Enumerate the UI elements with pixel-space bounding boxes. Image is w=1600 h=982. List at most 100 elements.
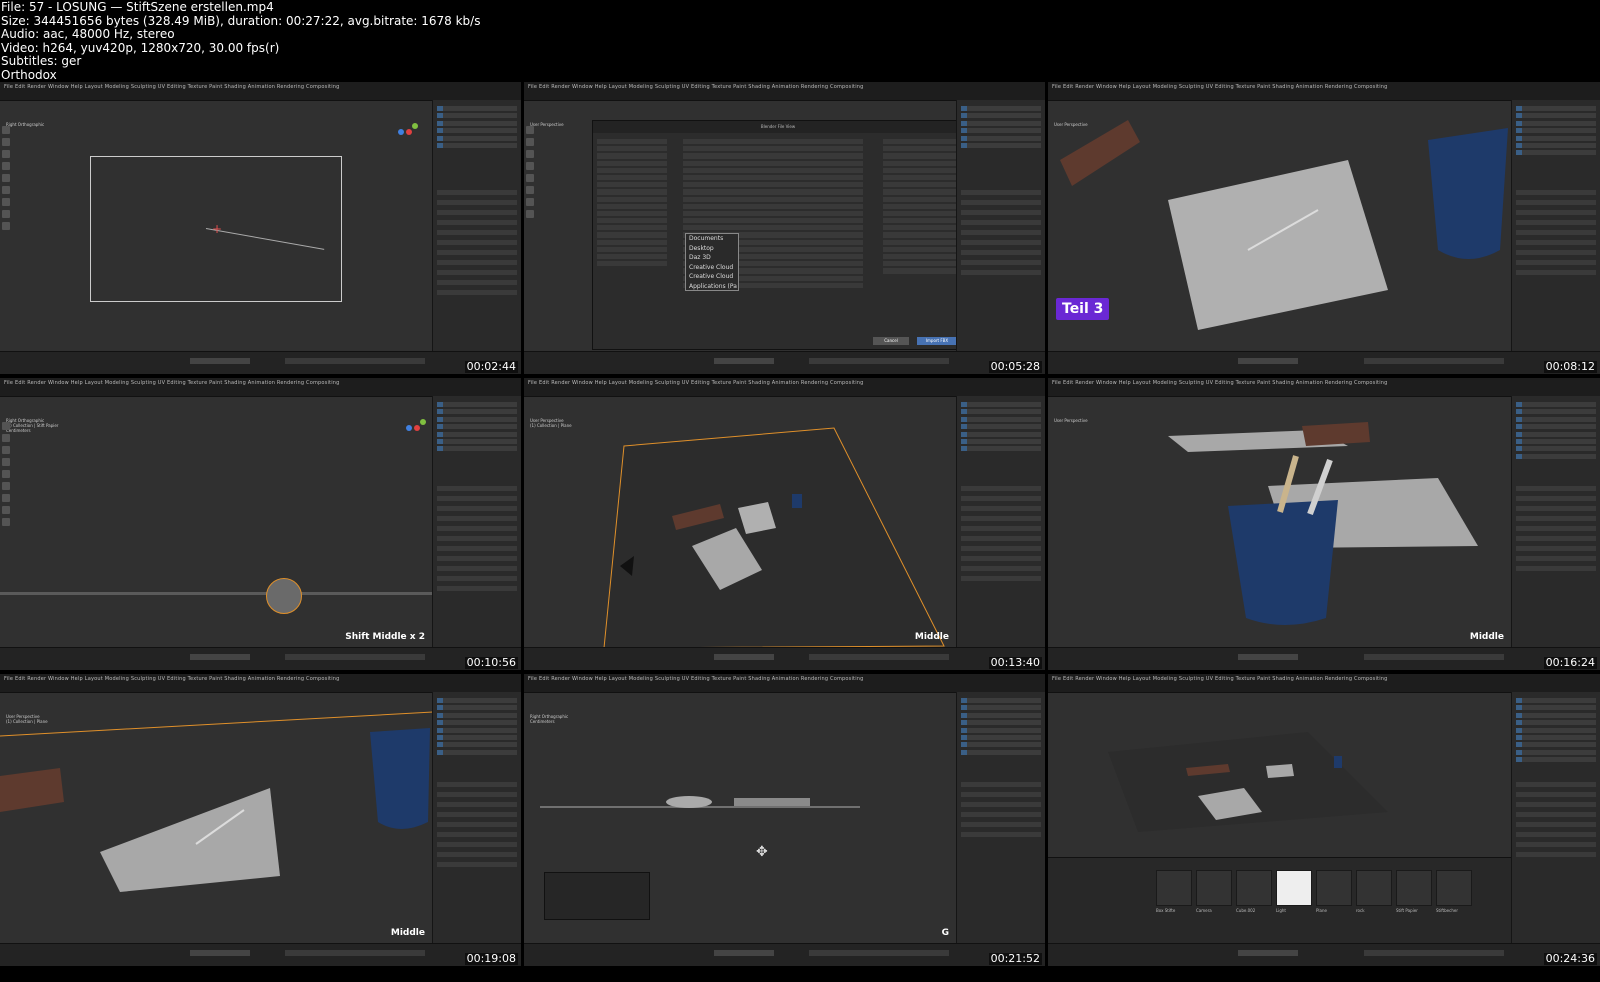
folder-item[interactable]: Creative Cloud (689, 272, 738, 282)
folder-item[interactable]: Documents (689, 234, 738, 244)
scene-render (1060, 120, 1508, 330)
asset-thumb[interactable] (1276, 870, 1312, 906)
folder-item[interactable]: Daz 3D (689, 253, 738, 263)
video-info: Video: h264, yuv420p, 1280x720, 30.00 fp… (1, 40, 280, 55)
keystroke-caption: G (941, 928, 949, 938)
thumbnail-2[interactable]: File Edit Render Window Help Layout Mode… (524, 82, 1045, 374)
keystroke-caption: Middle (914, 632, 949, 642)
blender-topbar: File Edit Render Window Help Layout Mode… (524, 82, 1045, 101)
axis-gizmo-icon (398, 123, 418, 135)
timestamp: 00:13:40 (988, 656, 1042, 669)
object-properties[interactable] (437, 190, 517, 346)
blender-viewport[interactable] (1048, 692, 1512, 858)
blender-viewport[interactable]: User Perspective (1) Collection | Plane M… (524, 396, 957, 648)
file-name: File: 57 - LOSUNG — StiftSzene erstellen… (1, 0, 274, 14)
properties-panel[interactable] (1511, 100, 1600, 352)
asset-label: Stiftbecher (1436, 908, 1458, 913)
asset-thumb[interactable] (1396, 870, 1432, 906)
import-fbx-button[interactable]: Import FBX (917, 337, 957, 345)
folder-popup[interactable]: Documents Desktop Daz 3D Creative Cloud … (685, 233, 739, 291)
file-browser-title: Blender File View (593, 121, 963, 133)
timeline-bar[interactable] (1048, 351, 1600, 374)
asset-thumb[interactable] (1436, 870, 1472, 906)
audio-info: Audio: aac, 48000 Hz, stereo (1, 27, 175, 42)
import-options[interactable] (883, 137, 957, 276)
scene-render (603, 427, 945, 648)
cursor-3d-icon: + (212, 222, 223, 236)
asset-label: rock (1356, 908, 1365, 913)
thumbnail-4[interactable]: File Edit Render Window Help Layout Mode… (0, 378, 521, 670)
outliner[interactable] (437, 106, 517, 176)
timestamp: 00:08:12 (1543, 360, 1597, 373)
blender-menu: File Edit Render Window Help Layout Mode… (4, 84, 340, 90)
folder-item[interactable]: Applications (Pa (689, 282, 738, 292)
thumbnail-1[interactable]: File Edit Render Window Help Layout Mode… (0, 82, 521, 374)
asset-label: Cube.002 (1236, 908, 1256, 913)
timestamp: 00:19:08 (464, 952, 518, 965)
file-browser-sidebar[interactable] (597, 137, 667, 268)
keystroke-caption: Middle (1469, 632, 1504, 642)
scene-render (0, 711, 433, 892)
blender-topbar: File Edit Render Window Help Layout Mode… (1048, 82, 1600, 101)
timeline-bar[interactable] (0, 351, 521, 374)
timeline-bar[interactable] (524, 351, 1045, 374)
asset-thumb[interactable] (1316, 870, 1352, 906)
asset-browser[interactable]: Box Stifte Camera Cube.002 Light Plane r… (1048, 857, 1512, 944)
pencil-object[interactable] (734, 798, 810, 806)
thumbnail-7[interactable]: File Edit Render Window Help Layout Mode… (0, 674, 521, 966)
tool-bar (526, 126, 536, 246)
thumbnail-6[interactable]: File Edit Render Window Help Layout Mode… (1048, 378, 1600, 670)
folder-item[interactable]: Creative Cloud (689, 263, 738, 273)
asset-label: Plane (1316, 908, 1327, 913)
blender-topbar: File Edit Render Window Help Layout Mode… (0, 82, 521, 101)
floor-plane (0, 592, 433, 595)
thumbnail-3[interactable]: File Edit Render Window Help Layout Mode… (1048, 82, 1600, 374)
file-info-header: File: 57 - LOSUNG — StiftSzene erstellen… (0, 0, 1600, 82)
blender-viewport[interactable]: User Perspective Teil 3 (1048, 100, 1512, 352)
file-browser-dialog[interactable]: Blender File View Documents Desktop Daz … (592, 120, 964, 350)
asset-thumb[interactable] (1196, 870, 1232, 906)
folder-item[interactable]: Desktop (689, 244, 738, 254)
timestamp: 00:24:36 (1543, 952, 1597, 965)
scene-render (1108, 732, 1388, 832)
move-cursor-icon: ✥ (756, 844, 768, 860)
blender-viewport[interactable]: Right Orthographic + (0, 100, 433, 352)
keystroke-caption: Shift Middle x 2 (345, 632, 425, 642)
tool-bar (2, 126, 12, 246)
thumbnail-9[interactable]: File Edit Render Window Help Layout Mode… (1048, 674, 1600, 966)
thumbnail-8[interactable]: File Edit Render Window Help Layout Mode… (524, 674, 1045, 966)
asset-label: Stift Papier (1396, 908, 1418, 913)
thumbnail-grid: File Edit Render Window Help Layout Mode… (0, 82, 1600, 982)
blender-viewport[interactable]: Right Orthographic Centimeters ✥ G (524, 692, 957, 944)
file-size: Size: 344451656 bytes (328.49 MiB), dura… (1, 13, 481, 28)
asset-thumb[interactable] (1236, 870, 1272, 906)
part-badge: Teil 3 (1056, 298, 1110, 320)
asset-thumb[interactable] (1356, 870, 1392, 906)
cup-object[interactable] (266, 578, 302, 614)
cancel-button[interactable]: Cancel (873, 337, 909, 345)
timestamp: 00:05:28 (988, 360, 1042, 373)
blender-viewport[interactable]: Right Orthographic (1) Collection | Stift… (0, 396, 433, 648)
asset-label: Camera (1196, 908, 1212, 913)
blender-viewport[interactable]: User Perspective (1) Collection | Plane M… (0, 692, 433, 944)
timestamp: 00:10:56 (464, 656, 518, 669)
uploader-name: Orthodox (1, 67, 57, 82)
asset-label: Light (1276, 908, 1286, 913)
timestamp: 00:21:52 (988, 952, 1042, 965)
blender-viewport[interactable]: User Perspective Middle (1048, 396, 1512, 648)
properties-panel[interactable] (432, 100, 521, 352)
subtitles-info: Subtitles: ger (1, 54, 82, 69)
outliner[interactable] (1516, 106, 1596, 176)
viewport-info: Right Orthographic (1) Collection | Stift… (6, 418, 59, 433)
outliner[interactable] (961, 106, 1041, 176)
asset-label: Box Stifte (1156, 908, 1176, 913)
properties-panel[interactable] (956, 100, 1045, 352)
timestamp: 00:16:24 (1543, 656, 1597, 669)
blender-viewport[interactable]: User Perspective Blender File View Docum… (524, 100, 964, 352)
keystroke-caption: Middle (390, 928, 425, 938)
axis-gizmo-icon (406, 419, 426, 431)
thumbnail-5[interactable]: File Edit Render Window Help Layout Mode… (524, 378, 1045, 670)
asset-thumb[interactable] (1156, 870, 1192, 906)
rock-object[interactable] (666, 796, 712, 808)
transform-panel[interactable] (544, 872, 650, 920)
